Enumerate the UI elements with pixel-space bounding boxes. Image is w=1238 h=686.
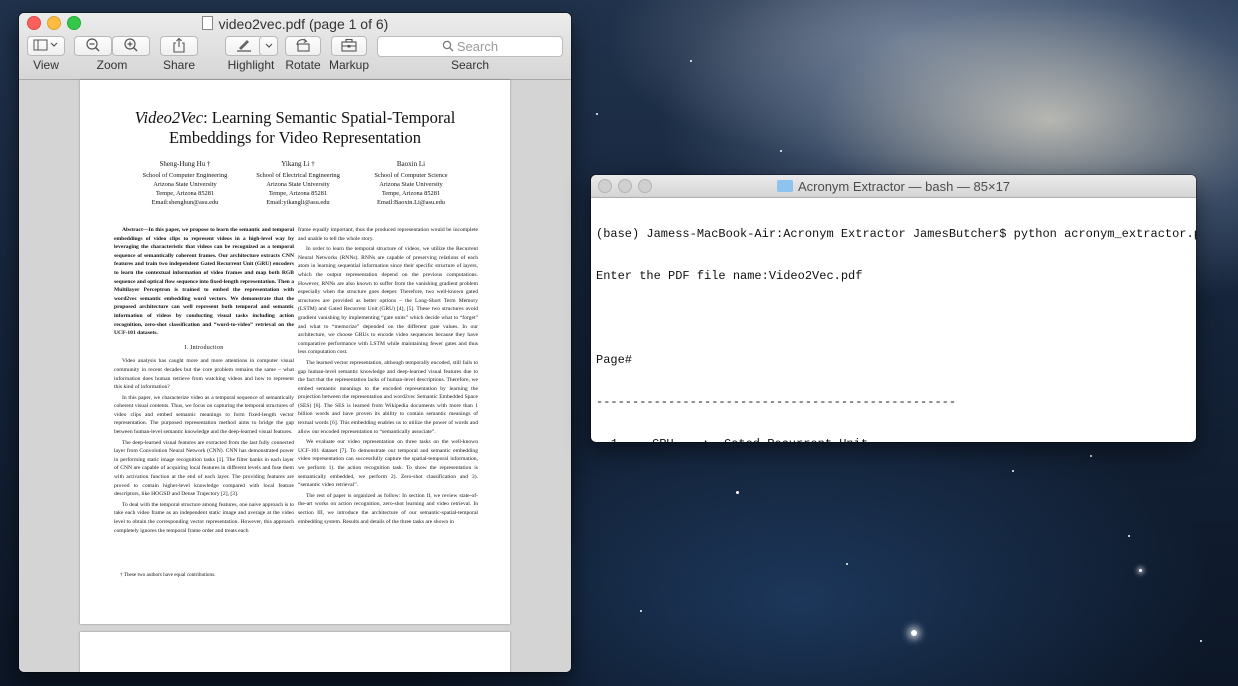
author-city: Tempe, Arizona 85281 [268, 190, 328, 197]
preview-toolbar: video2vec.pdf (page 1 of 6) View Zoom Sh… [19, 13, 571, 80]
highlighter-icon [237, 40, 251, 52]
paper-title-italic: Video2Vec [134, 108, 204, 127]
author-dept: School of Electrical Engineering [256, 172, 340, 179]
paragraph: In order to learn the temporal structure… [298, 246, 478, 356]
markup-label: Markup [328, 58, 369, 72]
desktop-star [1200, 640, 1202, 642]
paragraph: frame equally important, thus the produc… [298, 227, 478, 242]
preview-window: video2vec.pdf (page 1 of 6) View Zoom Sh… [19, 13, 571, 672]
rotate-button[interactable] [285, 36, 321, 56]
zoom-label: Zoom [96, 58, 128, 72]
sidebar-icon [33, 39, 58, 51]
paragraph: The deep-learned visual features are ext… [114, 439, 294, 498]
author-univ: Arizona State University [153, 181, 217, 188]
markup-button[interactable] [331, 36, 367, 56]
author-city: Tempe, Arizona 85281 [155, 190, 215, 197]
desktop-star [846, 563, 848, 565]
pdf-page-2 [80, 632, 510, 672]
chevron-down-icon [265, 43, 272, 48]
highlight-button[interactable] [225, 36, 263, 56]
view-label: View [33, 58, 59, 72]
terminal-title-text: Acronym Extractor — bash — 85×17 [797, 179, 1011, 194]
table-separator: ----------------------------------------… [596, 395, 957, 409]
highlight-label: Highlight [227, 58, 275, 72]
abstract: Abstract—In this paper, we propose to le… [114, 227, 294, 337]
left-column: Abstract—In this paper, we propose to le… [114, 226, 294, 537]
paragraph: We evaluate our video representation on … [298, 439, 478, 489]
author-dept: School of Computer Engineering [142, 172, 228, 179]
prompt-line: (base) Jamess-MacBook-Air:Acronym Extrac… [596, 227, 1196, 241]
toolbox-icon [341, 38, 357, 52]
zoom-out-button[interactable] [74, 36, 112, 56]
share-icon [173, 37, 185, 53]
paragraph: To deal with the temporal structure amon… [114, 501, 294, 534]
author-email: Email:Baoxin.Li@asu.edu [376, 199, 445, 206]
desktop-star [1139, 569, 1142, 572]
paragraph: In this paper, we characterize video as … [114, 394, 294, 436]
highlight-menu-button[interactable] [259, 36, 278, 56]
paper-title: Video2Vec: Learning Semantic Spatial-Tem… [110, 108, 480, 148]
row-separator: : [702, 437, 724, 442]
window-title: video2vec.pdf (page 1 of 6) [19, 16, 571, 32]
share-button[interactable] [160, 36, 198, 56]
acronym-row: 1 GRU:Gated Recurrent Unit [596, 437, 1194, 442]
author-block: Sheng-Hung Hu † School of Computer Engin… [120, 160, 250, 207]
author-email: Email:shenghun@asu.edu [151, 199, 219, 206]
desktop-star [736, 491, 739, 494]
pdf-document-icon [201, 16, 213, 30]
desktop-star [1012, 470, 1014, 472]
search-input[interactable]: Search [377, 36, 563, 57]
author-name: Yikang Li † [281, 160, 315, 168]
search-label: Search [450, 58, 490, 72]
author-univ: Arizona State University [266, 181, 330, 188]
acronym-table: 1GRU:Gated Recurrent Unit1CNN:Convolutio… [596, 437, 1194, 442]
share-label: Share [162, 58, 196, 72]
author-city: Tempe, Arizona 85281 [381, 190, 441, 197]
view-button[interactable] [27, 36, 65, 56]
author-dept: School of Computer Science [374, 172, 448, 179]
zoom-in-icon [124, 38, 138, 52]
paper-title-rest: : Learning Semantic Spatial-Temporal [203, 108, 456, 127]
desktop-star [1090, 455, 1092, 457]
paragraph: The rest of paper is organized as follow… [298, 492, 478, 525]
author-name: Baoxin Li [396, 160, 426, 168]
terminal-window: Acronym Extractor — bash — 85×17 (base) … [591, 175, 1196, 442]
right-column: frame equally important, thus the produc… [298, 226, 478, 528]
desktop-star [690, 60, 692, 62]
footnote: † These two authors have equal contribut… [120, 572, 216, 578]
paragraph: The learned vector representation, altho… [298, 359, 478, 435]
row-definition: Gated Recurrent Unit [724, 437, 868, 442]
row-acronym: GRU [652, 437, 702, 442]
author-name: Sheng-Hung Hu † [159, 160, 211, 168]
desktop-star [780, 150, 782, 152]
author-block: Yikang Li † School of Electrical Enginee… [233, 160, 363, 207]
desktop-star [640, 610, 642, 612]
search-icon [442, 40, 454, 52]
terminal-titlebar: Acronym Extractor — bash — 85×17 [591, 175, 1196, 198]
desktop-star [911, 630, 917, 636]
rotate-label: Rotate [285, 58, 321, 72]
input-line: Enter the PDF file name:Video2Vec.pdf [596, 269, 863, 283]
row-page: 1 [596, 437, 618, 442]
desktop-star [596, 113, 598, 115]
window-title-text: video2vec.pdf (page 1 of 6) [218, 16, 389, 32]
terminal-output[interactable]: (base) Jamess-MacBook-Air:Acronym Extrac… [596, 199, 1196, 442]
desktop-star [1128, 535, 1130, 537]
author-email: Email:yikangli@asu.edu [266, 199, 330, 206]
section-heading: I. Introduction [184, 344, 224, 351]
table-header: Page# [596, 353, 633, 367]
author-block: Baoxin Li School of Computer Science Ari… [346, 160, 476, 207]
document-area[interactable]: Video2Vec: Learning Semantic Spatial-Tem… [19, 80, 571, 672]
folder-icon [776, 180, 793, 192]
search-placeholder: Search [456, 39, 499, 54]
paragraph: Video analysis has caught more and more … [114, 358, 294, 391]
terminal-title: Acronym Extractor — bash — 85×17 [591, 179, 1196, 194]
zoom-out-icon [86, 38, 100, 52]
paper-title-line2: Embeddings for Video Representation [168, 128, 422, 147]
rotate-icon [296, 38, 310, 52]
zoom-in-button[interactable] [112, 36, 150, 56]
pdf-page: Video2Vec: Learning Semantic Spatial-Tem… [80, 80, 510, 624]
author-univ: Arizona State University [379, 181, 443, 188]
